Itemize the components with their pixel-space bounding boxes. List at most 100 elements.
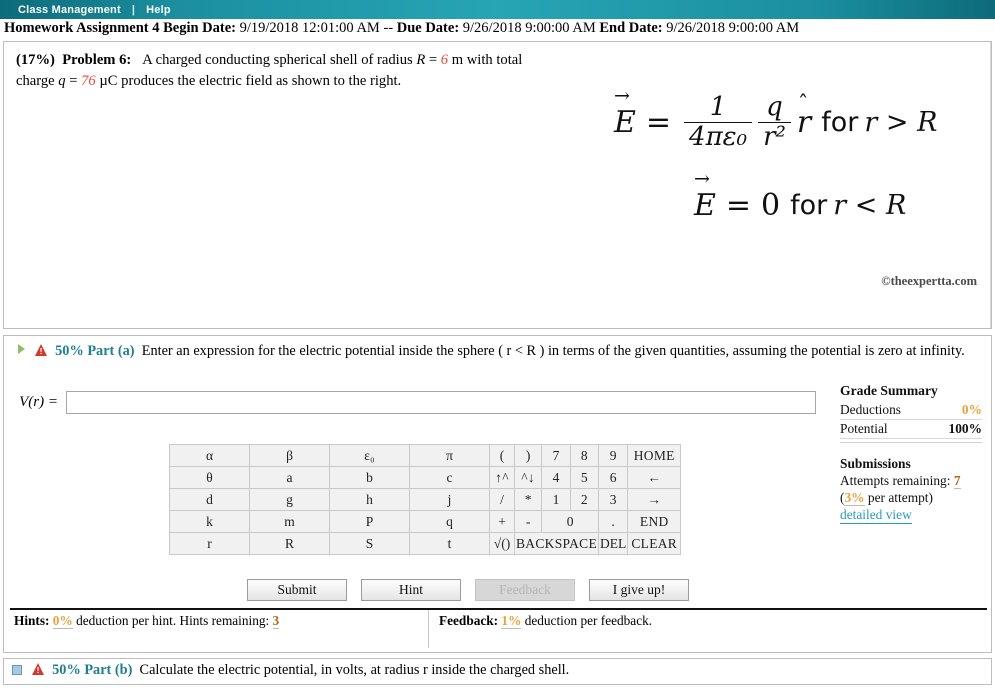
part-b-prompt: Calculate the electric potential, in vol… <box>139 662 570 678</box>
key-4[interactable]: 4 <box>541 466 571 489</box>
problem-statement-frame: (17%) Problem 6: A charged conducting sp… <box>3 41 992 329</box>
key-6[interactable]: 6 <box>597 466 629 489</box>
nav-separator: | <box>131 3 136 16</box>
nav-item-class-management[interactable]: Class Management <box>18 4 121 16</box>
equation-outside-shell: E = 1 4πε₀ q r² r for r > R <box>614 85 943 151</box>
per-attempt-value: 3% <box>844 490 865 506</box>
key-decimal-point[interactable]: . <box>597 510 629 533</box>
key-pi[interactable]: π <box>409 444 490 467</box>
key-m[interactable]: m <box>249 510 330 533</box>
key-j[interactable]: j <box>409 488 490 511</box>
problem-body-1: A charged conducting spherical shell of … <box>142 52 413 68</box>
key-b[interactable]: b <box>329 466 410 489</box>
key-clear[interactable]: CLEAR <box>627 532 682 555</box>
top-navbar: Class Management | Help <box>0 0 995 19</box>
key-S-capital[interactable]: S <box>329 532 410 555</box>
keypad-row: k m P q + - 0 . END <box>169 510 682 533</box>
key-exponent-down[interactable]: ^↓ <box>513 466 543 489</box>
key-2[interactable]: 2 <box>569 488 599 511</box>
key-divide[interactable]: / <box>489 488 515 511</box>
key-g[interactable]: g <box>249 488 330 511</box>
key-7[interactable]: 7 <box>541 444 571 467</box>
deductions-label: Deductions <box>840 402 901 417</box>
key-plus[interactable]: + <box>489 510 515 533</box>
page-root: Class Management | Help Homework Assignm… <box>0 0 995 688</box>
key-h[interactable]: h <box>329 488 410 511</box>
key-alpha[interactable]: α <box>169 444 250 467</box>
keypad-row: α β ε₀ π ( ) 7 8 9 HOME <box>169 444 682 467</box>
equation2-equals: = <box>725 188 752 223</box>
key-k[interactable]: k <box>169 510 250 533</box>
submit-button[interactable]: Submit <box>247 579 347 601</box>
answer-input[interactable] <box>66 391 816 414</box>
equation-inside-shell: E = 0 for r < R <box>694 168 912 223</box>
key-theta[interactable]: θ <box>169 466 250 489</box>
key-close-paren[interactable]: ) <box>513 444 543 467</box>
key-R-capital[interactable]: R <box>249 532 330 555</box>
key-9[interactable]: 9 <box>597 444 629 467</box>
problem-unit-q: µC produces the electric field as shown … <box>99 72 402 89</box>
key-end[interactable]: END <box>627 510 682 533</box>
equation2-condition-word: for <box>790 190 828 221</box>
key-1[interactable]: 1 <box>541 488 571 511</box>
hint-button[interactable]: Hint <box>361 579 461 601</box>
key-multiply[interactable]: * <box>513 488 543 511</box>
key-backspace[interactable]: BACKSPACE <box>514 532 599 555</box>
part-a-weight: 50% <box>55 343 84 359</box>
key-delete[interactable]: DEL <box>597 532 629 555</box>
feedback-deduction-value: 1% <box>501 613 522 629</box>
key-exponent-up[interactable]: ↑^ <box>489 466 515 489</box>
assignment-header: Homework Assignment 4 Begin Date: 9/19/2… <box>0 19 995 40</box>
key-8[interactable]: 8 <box>569 444 599 467</box>
key-r[interactable]: r <box>169 532 250 555</box>
part-a-panel: 50% Part (a) Enter an expression for the… <box>3 335 992 653</box>
hints-remaining-value: 3 <box>272 613 280 629</box>
collapse-square-icon[interactable] <box>12 665 22 675</box>
part-a-header: 50% Part (a) Enter an expression for the… <box>4 336 991 362</box>
part-a-name: Part (a) <box>87 343 135 359</box>
detailed-view-row: detailed view <box>840 506 982 524</box>
give-up-button[interactable]: I give up! <box>589 579 689 601</box>
detailed-view-link[interactable]: detailed view <box>840 507 912 524</box>
end-date-value: 9/26/2018 9:00:00 AM <box>666 20 800 36</box>
assignment-title: Homework Assignment 4 <box>4 20 160 36</box>
expand-triangle-icon[interactable] <box>18 344 25 354</box>
key-q[interactable]: q <box>409 510 490 533</box>
key-minus[interactable]: - <box>513 510 543 533</box>
equation2-lhs: E <box>694 168 716 223</box>
frame-divider <box>990 42 991 328</box>
problem-var-R: R <box>416 52 426 68</box>
key-home[interactable]: HOME <box>627 444 682 467</box>
equation1-frac1-denominator: 4πε₀ <box>684 121 753 151</box>
warning-icon <box>34 344 48 357</box>
begin-date-label: Begin Date: <box>163 20 236 36</box>
key-beta[interactable]: β <box>249 444 330 467</box>
key-epsilon-zero[interactable]: ε₀ <box>329 444 410 467</box>
part-b-panel[interactable]: 50% Part (b) Calculate the electric pote… <box>3 658 992 685</box>
feedback-label: Feedback: <box>439 613 499 628</box>
key-arrow-right[interactable]: → <box>627 488 682 511</box>
key-square-root[interactable]: √() <box>489 532 515 555</box>
key-3[interactable]: 3 <box>597 488 629 511</box>
key-d[interactable]: d <box>169 488 250 511</box>
problem-value-R: 6 <box>440 52 449 68</box>
grade-divider <box>840 442 982 443</box>
key-0[interactable]: 0 <box>541 510 599 533</box>
nav-item-help[interactable]: Help <box>146 4 171 16</box>
problem-body-2: charge <box>16 72 55 89</box>
key-P[interactable]: P <box>329 510 410 533</box>
equation1-condition-expr: r > R <box>864 106 938 138</box>
end-date-label: End Date: <box>599 20 663 36</box>
key-a[interactable]: a <box>249 466 330 489</box>
grade-summary-title: Grade Summary <box>840 383 938 398</box>
equation1-fraction-2: q r² <box>758 94 791 150</box>
attempts-remaining-value: 7 <box>953 473 961 489</box>
key-t[interactable]: t <box>409 532 490 555</box>
key-c[interactable]: c <box>409 466 490 489</box>
math-keypad[interactable]: α β ε₀ π ( ) 7 8 9 HOME θ a b c ↑^ ^↓ 4 … <box>169 444 682 555</box>
key-arrow-left[interactable]: ← <box>627 466 682 489</box>
key-5[interactable]: 5 <box>569 466 599 489</box>
key-open-paren[interactable]: ( <box>489 444 515 467</box>
keypad-row: r R S t √() BACKSPACE DEL CLEAR <box>169 532 682 555</box>
problem-percent: (17%) <box>16 52 55 68</box>
